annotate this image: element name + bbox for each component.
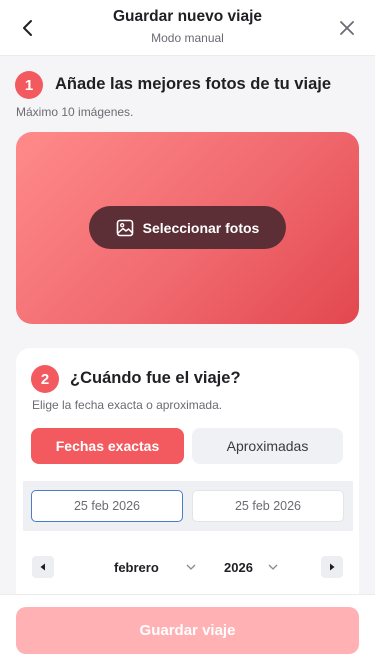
header-bar: Guardar nuevo viaje Modo manual	[0, 0, 375, 56]
page-title: Guardar nuevo viaje	[112, 8, 263, 25]
page-subtitle: Modo manual	[151, 31, 224, 45]
start-date-field[interactable]: 25 feb 2026	[31, 490, 183, 522]
year-select[interactable]: 2026	[224, 559, 278, 575]
close-button[interactable]	[333, 14, 361, 42]
dates-note: Elige la fecha exacta o aproximada.	[32, 398, 223, 412]
save-trip-button[interactable]: Guardar viaje	[16, 607, 359, 654]
chevron-down-icon	[268, 564, 278, 570]
tab-exact-dates[interactable]: Fechas exactas	[31, 428, 184, 464]
select-photos-button[interactable]: Seleccionar fotos	[89, 206, 286, 249]
photos-section-title: Añade las mejores fotos de tu viaje	[55, 75, 332, 93]
triangle-right-icon	[330, 563, 335, 571]
prev-month-button[interactable]	[32, 556, 54, 578]
month-select-value: febrero	[114, 559, 159, 575]
close-icon	[340, 21, 354, 35]
chevron-down-icon	[186, 564, 196, 570]
end-date-field[interactable]: 25 feb 2026	[192, 490, 344, 522]
photos-max-note: Máximo 10 imágenes.	[16, 105, 134, 119]
tab-approximate[interactable]: Aproximadas	[192, 428, 343, 464]
dates-section-title: ¿Cuándo fue el viaje?	[70, 369, 241, 387]
select-photos-label: Seleccionar fotos	[142, 219, 260, 236]
next-month-button[interactable]	[321, 556, 343, 578]
image-icon	[116, 219, 133, 236]
triangle-left-icon	[40, 563, 45, 571]
year-select-value: 2026	[224, 559, 253, 575]
step-1-badge: 1	[15, 71, 43, 99]
month-select[interactable]: febrero	[114, 559, 196, 575]
step-2-badge: 2	[31, 365, 59, 393]
